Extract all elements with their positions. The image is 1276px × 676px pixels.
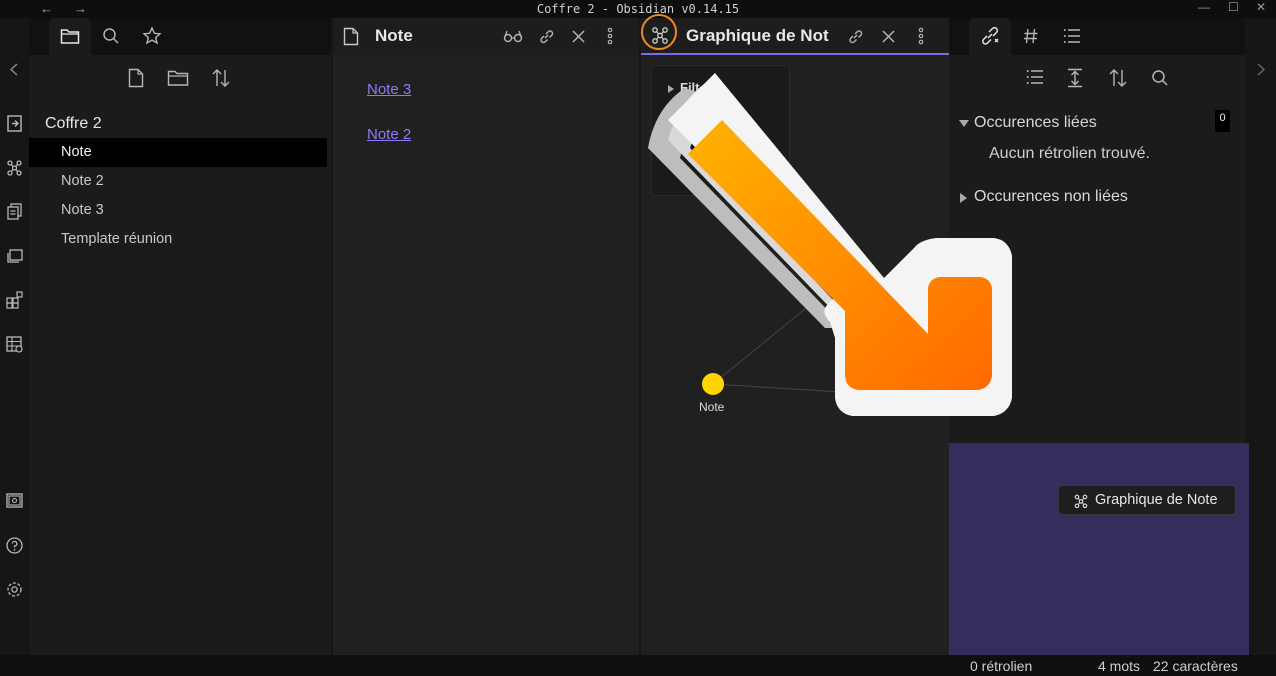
dragged-tab-label: Graphique de Note — [1095, 492, 1218, 508]
graph-edges — [712, 299, 842, 393]
new-note-icon[interactable] — [128, 68, 144, 88]
file-item-note[interactable]: Note — [29, 138, 327, 167]
link-icon[interactable] — [847, 28, 864, 45]
status-char-count: 22 caractères — [1153, 658, 1238, 674]
backlinks-icon[interactable] — [980, 27, 1000, 45]
file-icon — [343, 27, 359, 46]
right-sidebar-tabs — [949, 18, 1245, 55]
close-icon[interactable] — [881, 29, 896, 44]
dragged-tab-preview: Graphique de Note — [1058, 485, 1236, 515]
sort-icon[interactable] — [1108, 68, 1128, 88]
copy-files-icon[interactable] — [5, 202, 24, 221]
expand-triangle-icon[interactable] — [960, 193, 968, 203]
search-icon[interactable] — [1151, 69, 1169, 87]
vault-name[interactable]: Coffre 2 — [45, 115, 102, 133]
help-icon[interactable] — [5, 536, 24, 555]
note-tab-header[interactable]: Note — [333, 18, 639, 55]
window-title: Coffre 2 - Obsidian v0.14.15 — [536, 2, 740, 16]
collapse-right-icon[interactable] — [1255, 60, 1267, 79]
more-options-icon[interactable] — [918, 27, 924, 45]
search-icon[interactable] — [102, 27, 120, 45]
graph-node-label: Note — [699, 400, 725, 414]
right-edge — [1245, 18, 1276, 655]
note-tab-title: Note — [375, 26, 413, 45]
expand-context-icon[interactable] — [1066, 68, 1084, 88]
file-item-note-3[interactable]: Note 3 — [29, 196, 327, 225]
graph-node-note[interactable] — [702, 373, 724, 395]
more-options-icon[interactable] — [607, 27, 613, 45]
graph-view-icon — [1074, 494, 1088, 509]
linked-mentions-header[interactable]: Occurences liées — [974, 114, 1097, 132]
no-backlinks-message: Aucun rétrolien trouvé. — [989, 145, 1150, 162]
cards-icon[interactable] — [5, 246, 24, 265]
note-link-note-3[interactable]: Note 3 — [367, 81, 411, 98]
close-icon[interactable] — [571, 29, 586, 44]
graph-tab-header[interactable]: Graphique de Not — [641, 14, 949, 55]
graph-view-icon — [650, 25, 670, 45]
minimize-button[interactable]: — — [1198, 0, 1210, 14]
maximize-button[interactable]: ☐ — [1228, 0, 1239, 14]
ribbon — [0, 18, 29, 655]
file-item-note-2[interactable]: Note 2 — [29, 167, 327, 196]
status-word-count: 4 mots — [1098, 658, 1141, 674]
star-icon[interactable] — [142, 26, 162, 46]
status-backlinks[interactable]: 0 rétrolien — [970, 658, 1032, 674]
link-icon[interactable] — [538, 28, 555, 45]
close-window-button[interactable]: ✕ — [1256, 0, 1266, 14]
file-explorer-icon[interactable] — [60, 27, 80, 45]
new-folder-icon[interactable] — [167, 69, 189, 87]
unlinked-mentions-header[interactable]: Occurences non liées — [974, 188, 1128, 206]
title-bar: ← → Coffre 2 - Obsidian v0.14.15 — ☐ ✕ — [0, 0, 1276, 18]
graph-view-icon[interactable] — [5, 158, 24, 177]
file-explorer: Coffre 2 Note Note 2 Note 3 Template réu… — [29, 55, 331, 655]
vault-icon[interactable] — [5, 491, 24, 510]
tag-icon[interactable] — [1023, 27, 1039, 45]
reading-view-icon[interactable] — [503, 29, 523, 43]
collapse-results-icon[interactable] — [1026, 69, 1044, 85]
settings-icon[interactable] — [5, 580, 24, 599]
left-sidebar-tabs — [29, 18, 331, 55]
outline-icon[interactable] — [1063, 28, 1081, 44]
status-bar: 0 rétrolien 4 mots 22 caractères — [0, 655, 1276, 676]
note-link-note-2[interactable]: Note 2 — [367, 126, 411, 143]
switcher-icon[interactable] — [5, 114, 24, 133]
plugins-icon[interactable] — [5, 290, 24, 309]
table-settings-icon[interactable] — [5, 335, 24, 354]
note-editor[interactable]: Note 3 Note 2 — [333, 55, 639, 655]
collapse-left-icon[interactable] — [5, 60, 24, 79]
file-item-template-reunion[interactable]: Template réunion — [29, 225, 327, 254]
collapse-triangle-icon[interactable] — [959, 120, 969, 128]
graph-tab-title: Graphique de Not — [686, 26, 829, 45]
graph-view[interactable]: Filt Note — [641, 55, 949, 655]
sort-icon[interactable] — [211, 68, 231, 88]
drop-zone-highlight: Graphique de Note — [949, 443, 1249, 655]
linked-mentions-count: 0 — [1215, 110, 1230, 132]
